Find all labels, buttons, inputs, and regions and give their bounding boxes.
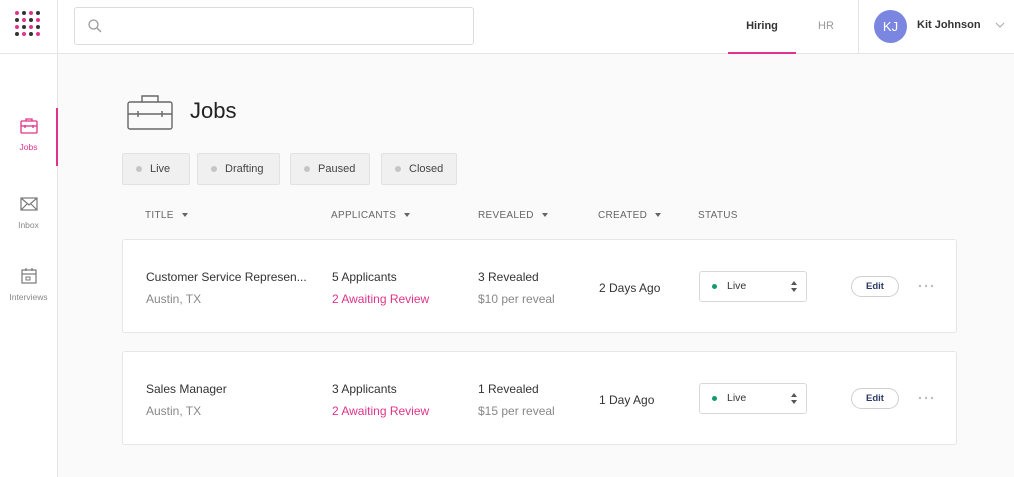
applicants-count[interactable]: 5 Applicants [332,270,397,284]
caret-down-icon [541,213,548,217]
column-header-label: REVEALED [478,210,534,221]
job-location: Austin, TX [146,292,202,306]
awaiting-review-link[interactable]: 2 Awaiting Review [332,404,429,418]
live-dot [712,396,717,401]
column-header-created[interactable]: CREATED [598,210,662,221]
updown-arrow-icon [791,393,797,404]
filter-closed[interactable]: Closed [381,153,457,185]
sidebar-item-label: Inbox [18,220,39,230]
chevron-down-icon[interactable] [995,21,1005,29]
reveal-price: $10 per reveal [478,292,555,306]
status-select[interactable]: Live [699,383,807,414]
reveal-price: $15 per reveal [478,404,555,418]
calendar-icon [21,268,37,284]
column-header-label: APPLICANTS [331,210,397,221]
page-title: Jobs [190,98,237,123]
sidebar-item-label: Interviews [9,292,48,302]
revealed-count: 1 Revealed [478,382,539,396]
column-header-label: CREATED [598,210,648,221]
column-header-label: TITLE [145,210,174,221]
search-box[interactable] [74,7,474,45]
column-header-status: STATUS [698,210,738,221]
envelope-icon [20,197,38,211]
filter-label: Drafting [225,163,264,175]
created-date: 1 Day Ago [599,393,655,407]
column-header-label: STATUS [698,210,738,221]
caret-down-icon [655,213,662,217]
top-bar: Hiring HR KJ Kit Johnson [0,0,1014,54]
briefcase-icon [20,118,38,134]
user-menu[interactable]: KJ Kit Johnson [858,0,1014,54]
caret-down-icon [181,213,188,217]
status-dot [136,166,142,172]
logo-cell [0,0,58,54]
user-name: Kit Johnson [917,19,981,31]
table-row[interactable]: Customer Service Represen... Austin, TX … [122,239,957,333]
filter-label: Live [150,163,171,175]
job-location: Austin, TX [146,404,202,418]
avatar[interactable]: KJ [874,10,907,43]
sidebar-item-jobs[interactable]: Jobs [0,108,58,168]
awaiting-review-link[interactable]: 2 Awaiting Review [332,292,429,306]
live-dot [712,284,717,289]
sidebar: Jobs Inbox Interviews [0,54,58,477]
status-value: Live [727,392,747,404]
sidebar-item-interviews[interactable]: Interviews [0,258,57,318]
logo-icon[interactable] [12,8,46,42]
status-select[interactable]: Live [699,271,807,302]
column-header-title[interactable]: TITLE [145,210,188,221]
tab-hiring[interactable]: Hiring [728,0,796,54]
column-header-applicants[interactable]: APPLICANTS [331,210,411,221]
job-title[interactable]: Customer Service Represen... [146,270,307,284]
search-icon [88,19,102,33]
updown-arrow-icon [791,281,797,292]
status-dot [211,166,217,172]
sidebar-item-label: Jobs [19,142,38,152]
edit-button[interactable]: Edit [851,276,899,297]
filter-label: Paused [318,163,356,175]
status-dot [304,166,310,172]
revealed-count: 3 Revealed [478,270,539,284]
status-dot [395,166,401,172]
filter-drafting[interactable]: Drafting [197,153,280,185]
column-header-revealed[interactable]: REVEALED [478,210,548,221]
applicants-count[interactable]: 3 Applicants [332,382,397,396]
caret-down-icon [404,213,411,217]
created-date: 2 Days Ago [599,281,661,295]
briefcase-icon [127,95,173,130]
status-value: Live [727,280,747,292]
search-input[interactable] [111,8,467,44]
filter-paused[interactable]: Paused [290,153,370,185]
edit-button[interactable]: Edit [851,388,899,409]
filter-label: Closed [409,163,444,175]
table-row[interactable]: Sales Manager Austin, TX 3 Applicants 2 … [122,351,957,445]
more-options-icon[interactable] [918,396,934,400]
job-title[interactable]: Sales Manager [146,382,227,396]
tab-hr[interactable]: HR [806,0,846,54]
sidebar-item-inbox[interactable]: Inbox [0,186,57,246]
more-options-icon[interactable] [918,284,934,288]
filter-live[interactable]: Live [122,153,190,185]
